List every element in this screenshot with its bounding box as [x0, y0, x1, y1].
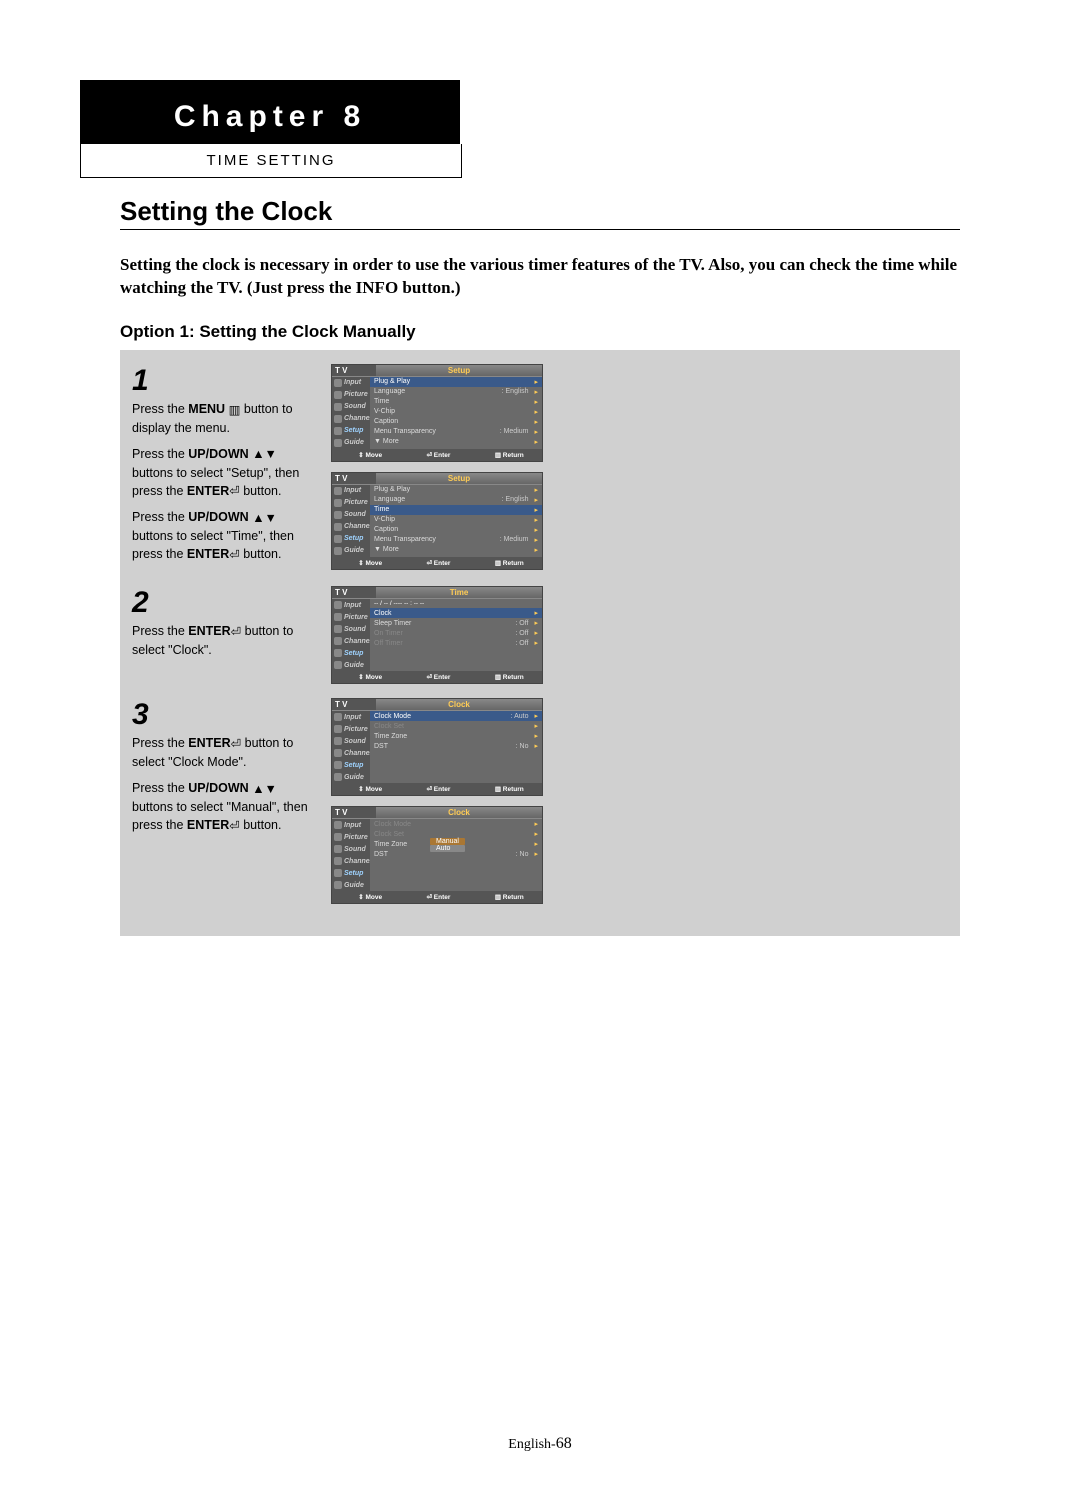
t: UP/DOWN — [188, 510, 248, 524]
up-down-icon: ▲▼ — [252, 445, 277, 463]
tv-setup-screen-2: T VSetupInputPictureSoundChannelSetupGui… — [331, 472, 543, 570]
page-footer: English-68 — [0, 1435, 1080, 1453]
t: ENTER — [187, 547, 229, 561]
step-1-text: Press the MENU ▥ button to display the m… — [132, 400, 317, 564]
t: Press the — [132, 447, 188, 461]
chapter-title: Chapter 8 — [80, 100, 460, 134]
step-2: 2 Press the ENTER⏎ button to select "Clo… — [132, 586, 948, 684]
t: ENTER — [187, 818, 229, 832]
enter-icon: ⏎ — [229, 546, 239, 564]
chapter-header-box: Chapter 8 — [80, 80, 460, 144]
t: button. — [240, 547, 282, 561]
t: Press the — [132, 510, 188, 524]
step-3: 3 Press the ENTER⏎ button to select "Clo… — [132, 698, 948, 904]
step-1-text-col: 1 Press the MENU ▥ button to display the… — [132, 364, 317, 572]
option-heading: Option 1: Setting the Clock Manually — [120, 322, 960, 342]
step-1-number: 1 — [132, 364, 317, 398]
step-1: 1 Press the MENU ▥ button to display the… — [132, 364, 948, 572]
t: button. — [240, 818, 282, 832]
up-down-icon: ▲▼ — [252, 780, 277, 798]
enter-icon: ⏎ — [229, 817, 239, 835]
steps-container: 1 Press the MENU ▥ button to display the… — [120, 350, 960, 936]
enter-icon: ⏎ — [231, 623, 241, 641]
enter-icon: ⏎ — [229, 482, 239, 500]
step-3-screens: T VClockInputPictureSoundChannelSetupGui… — [331, 698, 948, 904]
t: UP/DOWN — [188, 781, 248, 795]
page-heading: Setting the Clock — [120, 196, 960, 227]
step-3-number: 3 — [132, 698, 317, 732]
chapter-subtitle: TIME SETTING — [81, 152, 461, 169]
step-2-screens: T VTimeInputPictureSoundChannelSetupGuid… — [331, 586, 948, 684]
t: Press the — [132, 781, 188, 795]
t: Press the — [132, 402, 188, 416]
footer-lang: English- — [508, 1437, 555, 1452]
t: MENU — [188, 402, 225, 416]
menu-icon: ▥ — [229, 401, 241, 419]
t: Press the — [132, 736, 188, 750]
up-down-icon: ▲▼ — [252, 509, 277, 527]
step-2-text: Press the ENTER⏎ button to select "Clock… — [132, 622, 317, 659]
divider — [120, 229, 960, 230]
step-1-screens: T VSetupInputPictureSoundChannelSetupGui… — [331, 364, 948, 572]
manual-page: Chapter 8 TIME SETTING Setting the Clock… — [0, 0, 1080, 1503]
tv-clock-screen-2: T VClockInputPictureSoundChannelSetupGui… — [331, 806, 543, 904]
step-2-number: 2 — [132, 586, 317, 620]
t: UP/DOWN — [188, 447, 248, 461]
t: ENTER — [188, 624, 230, 638]
footer-page-number: 68 — [556, 1435, 572, 1452]
t: ENTER — [188, 736, 230, 750]
step-3-text: Press the ENTER⏎ button to select "Clock… — [132, 734, 317, 835]
t: button. — [240, 484, 282, 498]
step-2-text-col: 2 Press the ENTER⏎ button to select "Clo… — [132, 586, 317, 684]
subtitle-box: TIME SETTING — [80, 144, 462, 178]
t: Press the — [132, 624, 188, 638]
step-3-text-col: 3 Press the ENTER⏎ button to select "Clo… — [132, 698, 317, 904]
tv-setup-screen-1: T VSetupInputPictureSoundChannelSetupGui… — [331, 364, 543, 462]
intro-paragraph: Setting the clock is necessary in order … — [120, 254, 960, 300]
enter-icon: ⏎ — [231, 735, 241, 753]
t: ENTER — [187, 484, 229, 498]
tv-time-screen: T VTimeInputPictureSoundChannelSetupGuid… — [331, 586, 543, 684]
tv-clock-screen-1: T VClockInputPictureSoundChannelSetupGui… — [331, 698, 543, 796]
